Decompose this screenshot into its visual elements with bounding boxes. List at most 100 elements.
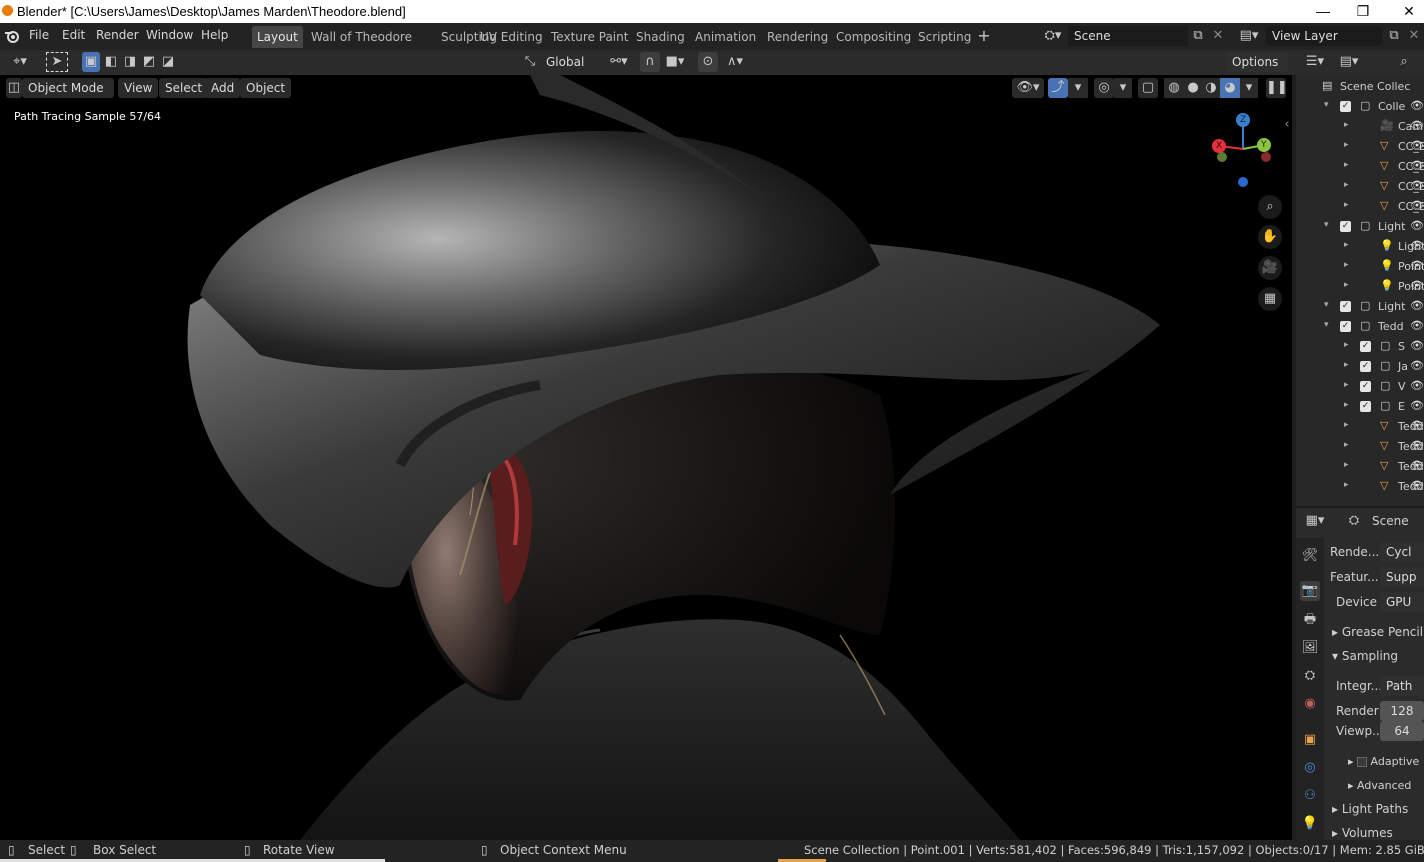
menu-edit[interactable]: Edit <box>62 28 85 42</box>
expand-arrow-icon[interactable]: ▸ <box>1344 200 1349 210</box>
select-mode-extend-icon[interactable]: ◧ <box>102 52 120 72</box>
sidebar-toggle-icon[interactable]: ‹ <box>1282 115 1292 135</box>
outliner-row[interactable]: ▸ ▽ CC_B 👁 <box>1296 137 1424 157</box>
expand-arrow-icon[interactable]: ▸ <box>1344 340 1349 350</box>
snap-target-icon[interactable]: ■▾ <box>660 52 690 72</box>
properties-editor-type-icon[interactable]: ▦▾ <box>1302 511 1328 531</box>
tab-rendering[interactable]: Rendering <box>762 26 833 48</box>
new-view-layer-icon[interactable]: ⧉ <box>1386 26 1402 46</box>
3d-viewport[interactable]: Path Tracing Sample 57/64 ◫ Object Mode … <box>0 75 1292 840</box>
editor-type-icon[interactable]: ⌖▾ <box>6 52 34 72</box>
outliner-row[interactable]: ▸ ✓ ▢ V 👁 <box>1296 377 1424 397</box>
adaptive-checkbox[interactable] <box>1357 757 1368 767</box>
select-mode-invert-icon[interactable]: ◩ <box>140 52 158 72</box>
shading-dropdown-icon[interactable]: ▾ <box>1240 78 1258 98</box>
visibility-eye-icon[interactable]: 👁 <box>1410 439 1424 452</box>
select-mode-subtract-icon[interactable]: ◨ <box>121 52 139 72</box>
select-mode-new-icon[interactable]: ▣ <box>82 52 100 72</box>
expand-arrow-icon[interactable]: ▸ <box>1344 180 1349 190</box>
visibility-icon[interactable]: 👁▾ <box>1012 78 1044 98</box>
scene-selector-icon[interactable]: ⛭▾ <box>1040 26 1066 46</box>
new-scene-icon[interactable]: ⧉ <box>1190 26 1206 46</box>
visibility-eye-icon[interactable]: 👁 <box>1410 139 1424 152</box>
visibility-eye-icon[interactable]: 👁 <box>1410 379 1424 392</box>
restore-button[interactable]: ❐ <box>1340 0 1386 23</box>
expand-arrow-icon[interactable]: ▸ <box>1344 120 1349 130</box>
gizmo-dropdown-icon[interactable]: ▾ <box>1068 78 1088 98</box>
visibility-eye-icon[interactable]: 👁 <box>1410 299 1424 312</box>
expand-arrow-icon[interactable]: ▸ <box>1344 360 1349 370</box>
outliner-row[interactable]: ▸ ▽ Tedd 👁 <box>1296 437 1424 457</box>
visibility-eye-icon[interactable]: 👁 <box>1410 279 1424 292</box>
viewport-menu-object[interactable]: Object <box>240 78 292 98</box>
tool-tab-icon[interactable]: 🛠 <box>1300 546 1320 566</box>
camera-view-icon[interactable]: 🎥 <box>1258 256 1282 280</box>
outliner-row[interactable]: ▸ ▽ Tedd 👁 <box>1296 417 1424 437</box>
tab-layout[interactable]: Layout <box>252 26 303 48</box>
object-mode-icon[interactable]: ◫ <box>6 78 22 98</box>
outliner-row[interactable]: ▸ 💡 Light 👁 <box>1296 237 1424 257</box>
delete-view-layer-icon[interactable]: ✕ <box>1406 26 1422 46</box>
visibility-eye-icon[interactable]: 👁 <box>1410 359 1424 372</box>
expand-arrow-icon[interactable]: ▸ <box>1344 280 1349 290</box>
transform-orientation-icon[interactable]: ⤡ <box>520 52 540 72</box>
scene-tab-icon[interactable]: ⛭ <box>1300 666 1320 686</box>
modifiers-tab-icon[interactable]: ◎ <box>1300 758 1320 778</box>
grease-pencil-panel[interactable]: ▸ Grease Pencil <box>1332 625 1423 639</box>
render-samples-field[interactable]: 128 <box>1380 701 1424 721</box>
render-tab-icon[interactable]: 📷 <box>1300 581 1320 601</box>
expand-arrow-icon[interactable]: ▸ <box>1344 480 1349 490</box>
options-dropdown[interactable]: Options <box>1226 52 1288 72</box>
integrator-select[interactable]: Path <box>1380 676 1424 696</box>
tab-shading[interactable]: Shading <box>631 26 690 48</box>
viewport-menu-view[interactable]: View <box>118 78 159 98</box>
view-layer-field[interactable]: View Layer <box>1266 26 1382 46</box>
expand-arrow-icon[interactable]: ▸ <box>1344 420 1349 430</box>
output-tab-icon[interactable]: 🖶 <box>1300 610 1320 630</box>
perspective-grid-icon[interactable]: ▦ <box>1258 287 1282 311</box>
delete-scene-icon[interactable]: ✕ <box>1210 26 1226 46</box>
tab-animation[interactable]: Animation <box>690 26 761 48</box>
visibility-eye-icon[interactable]: 👁 <box>1410 339 1424 352</box>
expand-arrow-icon[interactable]: ▾ <box>1324 320 1329 330</box>
outliner-row[interactable]: ▸ ▽ CC_B 👁 <box>1296 157 1424 177</box>
outliner-row[interactable]: ▾ ✓ ▢ Light 👁 <box>1296 297 1424 317</box>
menu-help[interactable]: Help <box>201 28 228 42</box>
menu-window[interactable]: Window <box>146 28 193 42</box>
expand-arrow-icon[interactable]: ▸ <box>1344 380 1349 390</box>
visibility-eye-icon[interactable]: 👁 <box>1410 239 1424 252</box>
wireframe-shading-icon[interactable]: ◍ <box>1164 78 1184 98</box>
transform-orientation-select[interactable]: Global <box>540 52 598 72</box>
exclude-checkbox[interactable]: ✓ <box>1340 221 1351 232</box>
visibility-eye-icon[interactable]: 👁 <box>1410 159 1424 172</box>
expand-arrow-icon[interactable]: ▸ <box>1344 460 1349 470</box>
constraints-tab-icon[interactable]: ⚇ <box>1300 786 1320 806</box>
expand-arrow-icon[interactable]: ▸ <box>1344 400 1349 410</box>
visibility-eye-icon[interactable]: 👁 <box>1410 319 1424 332</box>
outliner-row[interactable]: ▸ 💡 Point 👁 <box>1296 257 1424 277</box>
outliner-row[interactable]: ▸ ✓ ▢ E 👁 <box>1296 397 1424 417</box>
expand-arrow-icon[interactable]: ▾ <box>1324 220 1329 230</box>
pause-render-icon[interactable]: ❚❚ <box>1266 78 1288 98</box>
visibility-eye-icon[interactable]: 👁 <box>1410 179 1424 192</box>
visibility-eye-icon[interactable]: 👁 <box>1410 199 1424 212</box>
object-tab-icon[interactable]: ▣ <box>1300 730 1320 750</box>
object-data-tab-icon[interactable]: 💡 <box>1300 814 1320 834</box>
device-select[interactable]: GPU <box>1380 592 1424 612</box>
visibility-eye-icon[interactable]: 👁 <box>1410 99 1424 112</box>
exclude-checkbox[interactable]: ✓ <box>1360 341 1371 352</box>
outliner-row[interactable]: ▾ ✓ ▢ Tedd 👁 <box>1296 317 1424 337</box>
world-tab-icon[interactable]: ◉ <box>1300 694 1320 714</box>
outliner-row[interactable]: ▸ ▽ CC_B 👁 <box>1296 197 1424 217</box>
expand-arrow-icon[interactable]: ▾ <box>1324 300 1329 310</box>
exclude-checkbox[interactable]: ✓ <box>1340 101 1351 112</box>
outliner-search-icon[interactable]: ⌕ <box>1394 52 1414 72</box>
outliner-row[interactable]: ▤ Scene Collec <box>1296 77 1424 97</box>
mode-selector[interactable]: Object Mode <box>22 78 114 98</box>
tab-compositing[interactable]: Compositing <box>831 26 916 48</box>
outliner-editor-type-icon[interactable]: ☰▾ <box>1302 52 1328 72</box>
expand-arrow-icon[interactable]: ▾ <box>1324 100 1329 110</box>
viewport-menu-select[interactable]: Select <box>159 78 209 98</box>
viewport-menu-add[interactable]: Add <box>205 78 241 98</box>
light-paths-panel[interactable]: ▸ Light Paths <box>1332 802 1408 816</box>
